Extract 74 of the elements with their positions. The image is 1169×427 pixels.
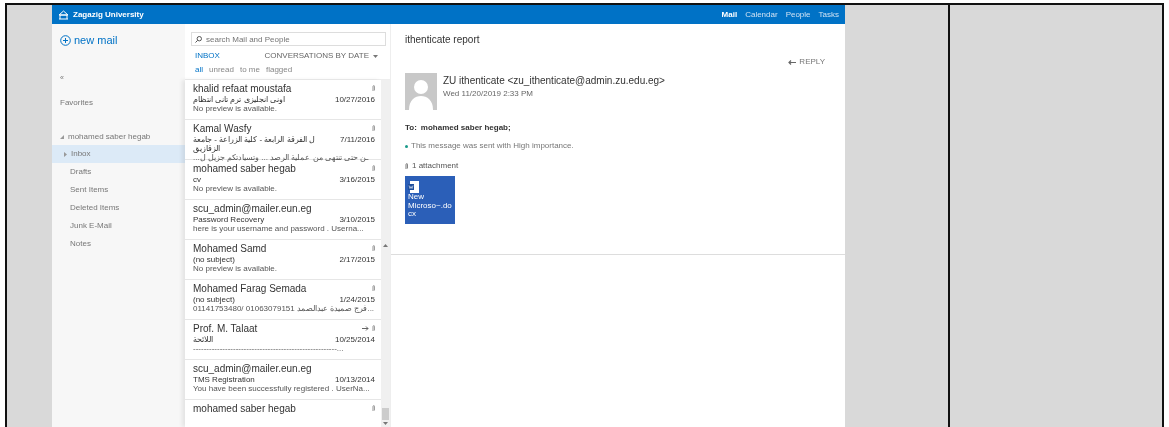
caret-down-icon — [373, 54, 378, 58]
message-preview: ...ـن حتى تنتهى من عملية الرصد ... وتسيادتكم جزيل ل — [193, 152, 370, 163]
arrow-left-icon — [788, 59, 797, 65]
filter-tab[interactable]: flagged — [265, 64, 293, 76]
message-date: 10/27/2016 — [334, 94, 375, 104]
message-subject: اللائحة — [193, 334, 213, 344]
sender-name: khalid refaat moustafa — [193, 83, 292, 95]
folder-item[interactable]: Deleted Items — [52, 199, 185, 217]
attachment-count: 1 attachment — [412, 160, 459, 172]
search-field[interactable]: search Mail and People — [191, 32, 386, 46]
document-icon — [408, 180, 419, 193]
new-mail-button[interactable]: new mail — [52, 32, 126, 49]
sender-name: Mohamed Farag Semada — [193, 283, 307, 295]
message-date: 10/25/2014 — [334, 334, 375, 344]
scroll-thumb[interactable] — [382, 408, 389, 420]
message-date: 1/24/2015 — [339, 294, 375, 304]
recipient: mohamed saber hegab; — [420, 122, 511, 134]
folder-item[interactable]: Inbox — [52, 145, 185, 163]
sender-name: mohamed saber hegab — [193, 403, 296, 415]
filter-tab[interactable]: all — [195, 64, 203, 76]
scrollbar[interactable] — [381, 80, 390, 427]
message-date: 10/13/2014 — [334, 374, 375, 384]
to-label: To: — [405, 122, 417, 134]
folder-item[interactable]: Junk E-Mail — [52, 217, 185, 235]
filter-tab[interactable]: unread — [209, 64, 234, 76]
message-preview: No preview is available. — [193, 263, 279, 273]
sender-name: Prof. M. Talaat — [193, 323, 258, 335]
message-date: 2/17/2015 — [339, 254, 375, 264]
sender-name: Mohamed Samd — [193, 243, 267, 255]
filter-tab[interactable]: to me — [239, 64, 260, 76]
sort-dropdown[interactable]: CONVERSATIONS BY DATE — [264, 50, 378, 62]
message-subject: (no subject) — [193, 254, 235, 264]
folder-item[interactable]: Drafts — [52, 163, 185, 181]
message-subject: Password Recovery — [193, 214, 265, 224]
account-name: mohamed saber hegab — [68, 131, 151, 143]
scroll-up-icon — [383, 243, 388, 247]
message-subject: اونى انجليزى ترم تانى انتظام — [193, 94, 285, 104]
folder-item[interactable]: Notes — [52, 235, 185, 253]
app-tab[interactable]: People — [785, 8, 811, 21]
folder-title: INBOX — [195, 50, 220, 62]
paperclip-icon — [405, 162, 408, 170]
message-preview: You have been successfully registered . UserNa... — [193, 383, 371, 393]
plus-circle-icon — [60, 34, 71, 46]
scroll-down-icon — [383, 422, 388, 425]
message-date: 7/11/2016 — [340, 134, 375, 146]
folder-item[interactable]: Sent Items — [52, 181, 185, 199]
message-title: ithenticate report — [405, 33, 481, 47]
message-date: 3/16/2015 — [339, 174, 375, 184]
message-preview: 01141753480/ 01063079151 فرج صميدة عبدالصمد... — [193, 303, 375, 313]
message-subject: (no subject) — [193, 294, 235, 304]
sender-name: scu_admin@mailer.eun.eg — [193, 203, 312, 215]
importance-notice: This message was sent with High importance. — [411, 140, 574, 152]
favorites-heading[interactable]: Favorites — [52, 95, 185, 111]
message-date: 3/10/2015 — [339, 214, 375, 224]
message-subject: cv — [193, 174, 201, 184]
message-subject: ل الفرقة الرابعة - كلية الزراعة - جامعة الزقازيق — [193, 134, 316, 153]
message-preview: No preview is available. — [193, 183, 279, 193]
sender-address: ZU ithenticate <zu_ithenticate@admin.zu.edu.eg> — [443, 74, 665, 88]
importance-dot-icon — [405, 144, 408, 148]
brand-name: Zagazig University — [73, 8, 144, 21]
sender-name: mohamed saber hegab — [193, 163, 296, 175]
message-preview: here is your username and password . Userna... — [193, 223, 365, 233]
message-preview: No preview is available. — [193, 103, 278, 113]
building-icon — [58, 9, 69, 20]
reply-button[interactable]: REPLY — [782, 55, 831, 69]
sender-name: scu_admin@mailer.eun.eg — [193, 363, 312, 375]
sender-name: Kamal Wasfy — [193, 123, 252, 135]
message-preview: ------------------------------------------------------... — [193, 343, 345, 353]
app-tab[interactable]: Calendar — [745, 8, 778, 21]
avatar-silhouette-icon — [405, 73, 437, 110]
sent-time: Wed 11/20/2019 2:33 PM — [443, 88, 534, 100]
attachment-tile[interactable]: New Microso~.do cx — [405, 176, 455, 224]
message-subject: TMS Registration — [193, 374, 255, 384]
app-tab[interactable]: Tasks — [818, 8, 839, 21]
